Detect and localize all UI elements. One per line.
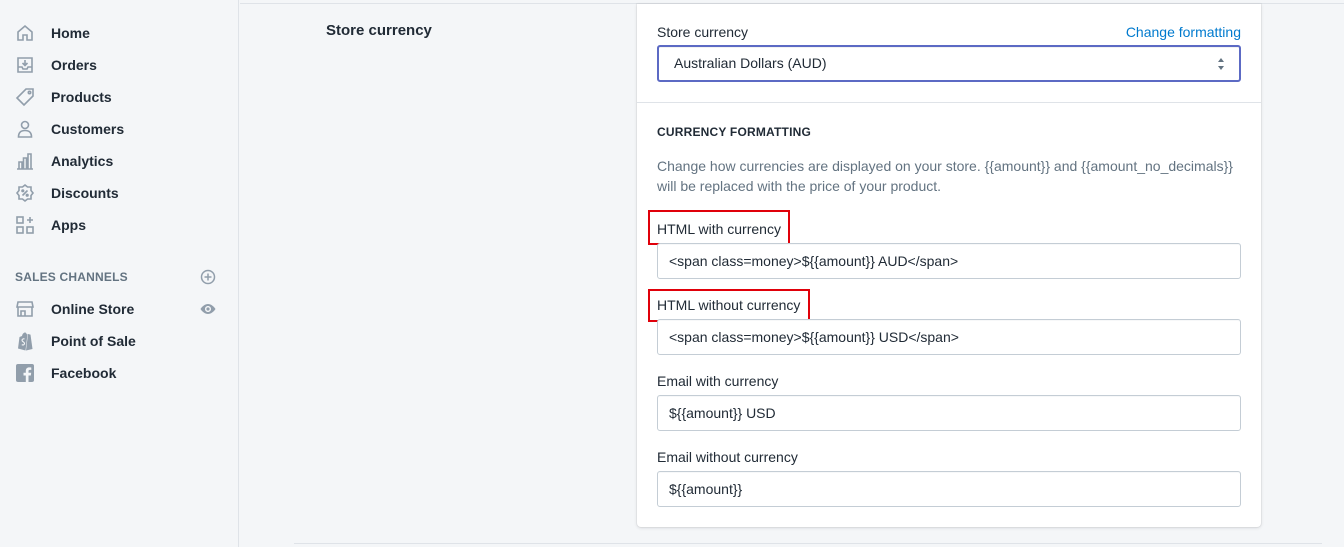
sidebar-item-products[interactable]: Products: [0, 81, 238, 113]
email-with-currency-label: Email with currency: [657, 373, 779, 389]
store-icon: [14, 299, 36, 319]
email-without-currency-label: Email without currency: [657, 449, 798, 465]
change-formatting-link[interactable]: Change formatting: [1126, 24, 1241, 40]
email-with-currency-input[interactable]: ${{amount}} USD: [657, 395, 1241, 431]
sidebar-item-orders[interactable]: Orders: [0, 49, 238, 81]
apps-icon: [14, 215, 36, 235]
html-with-currency-input[interactable]: <span class=money>${{amount}} AUD</span>: [657, 243, 1241, 279]
person-icon: [14, 119, 36, 139]
add-circle-icon[interactable]: [200, 269, 216, 285]
sidebar-item-facebook[interactable]: Facebook: [0, 357, 238, 389]
sidebar-item-label: Home: [51, 25, 90, 41]
sidebar-item-home[interactable]: Home: [0, 17, 238, 49]
shopify-bag-icon: [14, 331, 36, 351]
html-without-currency-input[interactable]: <span class=money>${{amount}} USD</span>: [657, 319, 1241, 355]
sidebar-item-label: Orders: [51, 57, 97, 73]
currency-card: Store currency Change formatting Austral…: [637, 4, 1261, 527]
sidebar-item-label: Products: [51, 89, 112, 105]
sidebar-item-label: Apps: [51, 217, 86, 233]
sidebar-item-label: Customers: [51, 121, 125, 137]
sidebar-item-label: Point of Sale: [51, 333, 136, 349]
eye-icon[interactable]: [199, 301, 217, 317]
discount-icon: [14, 183, 36, 203]
sidebar-item-label: Online Store: [51, 301, 135, 317]
highlight-box: [648, 289, 810, 322]
bar-chart-icon: [14, 151, 36, 171]
sidebar-item-discounts[interactable]: Discounts: [0, 177, 238, 209]
email-without-currency-input[interactable]: ${{amount}}: [657, 471, 1241, 507]
sidebar: Home Orders Products Customers Analytics…: [0, 0, 239, 547]
sidebar-item-label: Discounts: [51, 185, 119, 201]
home-icon: [14, 23, 36, 43]
bottom-divider: [294, 543, 1322, 544]
currency-formatting-heading: CURRENCY FORMATTING: [657, 125, 812, 139]
tag-icon: [14, 87, 36, 107]
highlight-box: [648, 210, 790, 245]
store-currency-label: Store currency: [657, 24, 749, 40]
card-divider: [637, 102, 1261, 103]
section-title: Store currency: [326, 22, 432, 39]
sidebar-item-label: Analytics: [51, 153, 114, 169]
sidebar-item-customers[interactable]: Customers: [0, 113, 238, 145]
sales-channels-heading: SALES CHANNELS: [15, 270, 128, 284]
sidebar-item-apps[interactable]: Apps: [0, 209, 238, 241]
formatting-help-text: Change how currencies are displayed on y…: [657, 158, 1233, 194]
orders-icon: [14, 55, 36, 75]
select-arrows-icon: [1217, 57, 1225, 71]
currency-select[interactable]: Australian Dollars (AUD): [657, 45, 1241, 82]
sidebar-item-analytics[interactable]: Analytics: [0, 145, 238, 177]
sidebar-item-label: Facebook: [51, 365, 117, 381]
currency-select-value: Australian Dollars (AUD): [674, 55, 827, 71]
facebook-icon: [14, 363, 36, 383]
sidebar-item-point-of-sale[interactable]: Point of Sale: [0, 325, 238, 357]
main-content: Store currency Store currency Change for…: [240, 0, 1344, 547]
